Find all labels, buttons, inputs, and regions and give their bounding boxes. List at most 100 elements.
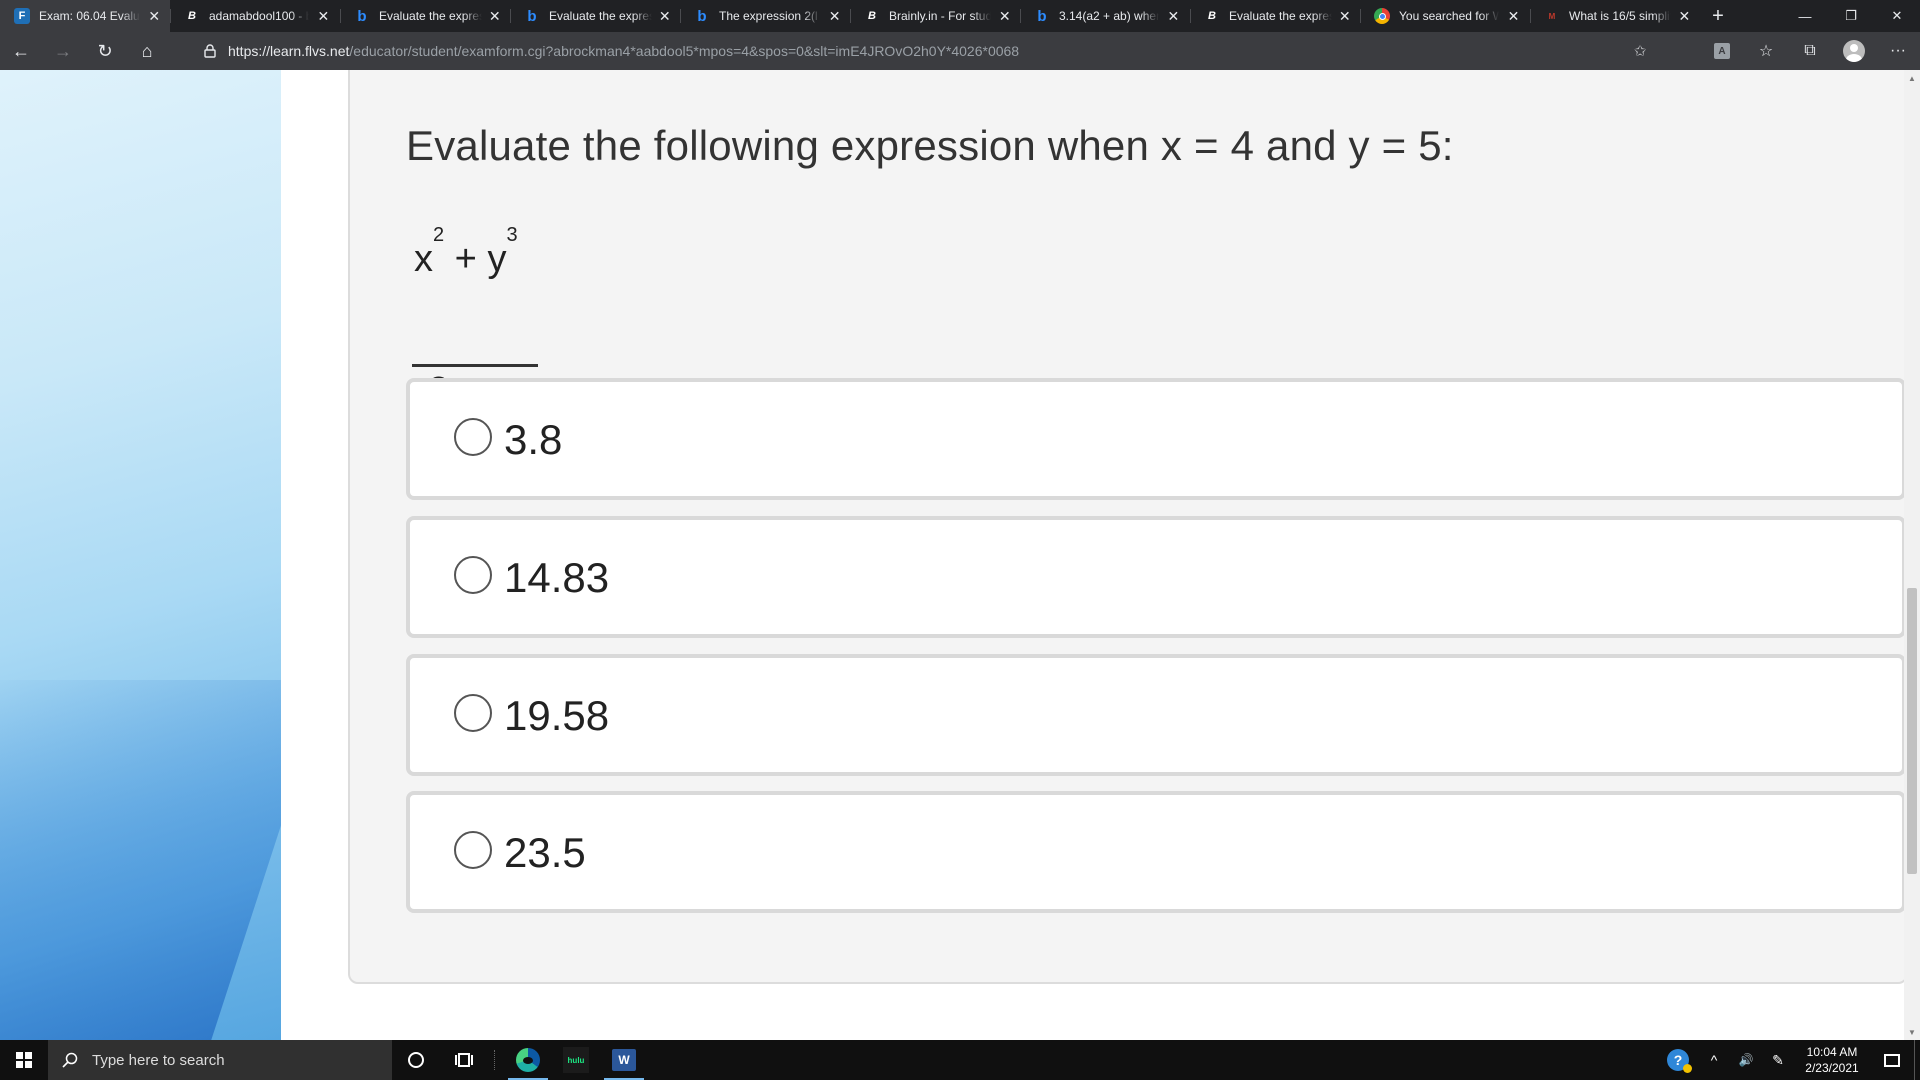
answer-choice-3[interactable]: 19.58 [406,654,1906,776]
close-tab-icon[interactable]: ✕ [1677,7,1692,25]
tab-title: adamabdool100 - b [209,9,309,23]
chevron-up-icon: ^ [1710,1052,1718,1068]
close-tab-icon[interactable]: ✕ [1338,7,1352,25]
close-tab-icon[interactable]: ✕ [488,7,502,25]
bing-icon: b [527,7,537,25]
home-button[interactable]: ⌂ [126,32,168,70]
favorites-icon: ☆ [1758,43,1774,60]
close-tab-icon[interactable]: ✕ [1165,7,1182,25]
close-tab-icon[interactable]: ✕ [827,7,842,25]
start-button[interactable] [0,1040,48,1080]
browser-tab-4[interactable]: b Evaluate the expression ✕ [510,0,680,32]
close-tab-icon[interactable]: ✕ [146,7,162,25]
tab-title: What is 16/5 simplified [1569,9,1671,23]
close-window-button[interactable]: ✕ [1874,0,1920,32]
fraction-bar [412,364,538,367]
cortana-icon [408,1052,424,1068]
fraction-numerator: x2 + y3 [414,224,518,281]
clock-date: 2/23/2021 [1805,1061,1859,1075]
search-placeholder: Type here to search [92,1051,225,1069]
profile-button[interactable] [1832,32,1876,70]
browser-tab-9[interactable]: You searched for W ✕ [1360,0,1530,32]
word-icon: W [612,1049,636,1071]
tab-title: You searched for W [1399,9,1499,23]
cortana-button[interactable] [392,1040,440,1080]
volume-button[interactable]: 🔊 [1730,1040,1762,1080]
search-icon [48,1052,92,1068]
radio-button[interactable] [454,556,492,594]
browser-tab-7[interactable]: b 3.14(a2 + ab) when ✕ [1020,0,1190,32]
tab-title: Brainly.in - For students [889,9,992,23]
taskbar-search-box[interactable]: Type here to search [48,1040,392,1080]
close-tab-icon[interactable]: ✕ [658,7,672,25]
help-tray-button[interactable]: ? [1658,1040,1698,1080]
minimize-button[interactable]: — [1782,0,1828,32]
tab-title: Evaluate the expression [379,9,482,23]
extension-icon: A [1714,43,1730,59]
add-favorite-icon[interactable]: ✩ [1630,41,1650,61]
forward-button[interactable]: → [42,32,84,70]
answer-choice-1[interactable]: 3.8 [406,378,1906,500]
browser-tab-5[interactable]: b The expression 2(l + w) ✕ [680,0,850,32]
address-bar[interactable]: https://learn.flvs.net/educator/student/… [192,36,1652,66]
brainly-icon: B [188,10,196,22]
taskbar-hulu[interactable]: hulu [552,1040,600,1080]
favorites-button[interactable]: ☆ [1744,32,1788,70]
choice-label: 23.5 [504,829,586,876]
question-text: Evaluate the following expression when x… [406,122,1454,169]
numerator-base-y: y [487,238,507,280]
show-desktop-button[interactable] [1914,1040,1920,1080]
action-center-button[interactable] [1870,1040,1914,1080]
tab-title: The expression 2(l + w) [719,9,821,23]
answer-choice-2[interactable]: 14.83 [406,516,1906,638]
close-tab-icon[interactable]: ✕ [315,7,332,25]
bing-icon: b [357,7,367,25]
browser-tab-1[interactable]: F Exam: 06.04 Evaluate ✕ [0,0,170,32]
bing-icon: b [697,7,707,25]
show-hidden-icons-button[interactable]: ^ [1698,1040,1730,1080]
volume-icon: 🔊 [1738,1053,1754,1067]
mathway-icon: M [1548,11,1556,21]
restore-button[interactable]: ❐ [1828,0,1874,32]
taskbar-edge[interactable] [504,1040,552,1080]
scroll-up-icon[interactable]: ▲ [1904,70,1920,86]
browser-tab-3[interactable]: b Evaluate the expression ✕ [340,0,510,32]
tab-title: Evaluate the expression [1229,9,1332,23]
browser-tab-8[interactable]: B Evaluate the expression ✕ [1190,0,1360,32]
radio-button[interactable] [454,831,492,869]
back-button[interactable]: ← [0,32,42,70]
radio-button[interactable] [454,418,492,456]
browser-tab-2[interactable]: Badamabdool100 - b ✕ [170,0,340,32]
more-menu-button[interactable]: ··· [1876,32,1920,70]
hulu-icon: hulu [563,1047,589,1073]
clock[interactable]: 10:04 AM 2/23/2021 [1794,1040,1870,1080]
page-scrollbar[interactable]: ▲ ▼ [1904,70,1920,1040]
lock-icon [202,43,218,59]
choice-label: 14.83 [504,554,610,601]
taskbar-word[interactable]: W [600,1040,648,1080]
scroll-down-icon[interactable]: ▼ [1904,1024,1920,1040]
browser-tab-6[interactable]: B Brainly.in - For students ✕ [850,0,1020,32]
close-tab-icon[interactable]: ✕ [997,7,1012,25]
system-tray: ? ^ 🔊 ✎ 10:04 AM 2/23/2021 [1658,1040,1920,1080]
brainly-icon: B [1208,10,1216,22]
close-tab-icon[interactable]: ✕ [1505,7,1522,25]
extension-button[interactable]: A [1700,32,1744,70]
numerator-exponent-3: 3 [506,224,518,247]
browser-tab-10[interactable]: M What is 16/5 simplified ✕ [1530,0,1700,32]
page-viewport: Evaluate the following expression when x… [0,70,1920,1040]
radio-button[interactable] [454,694,492,732]
choice-label: 3.8 [504,416,563,463]
pen-workspace-button[interactable]: ✎ [1762,1040,1794,1080]
url-path: /educator/student/examform.cgi?abrockman… [349,43,1020,59]
task-view-button[interactable] [440,1040,488,1080]
answer-choice-4[interactable]: 23.5 [406,791,1906,913]
refresh-button[interactable]: ↻ [84,32,126,70]
new-tab-button[interactable]: + [1700,0,1736,32]
browser-tab-strip: FExam: 06.04 Evaluate✕Badamabdool100 - b… [0,0,1920,32]
scroll-thumb[interactable] [1907,588,1917,874]
collections-button[interactable]: ⧉ [1788,32,1832,70]
chrome-icon [1374,8,1390,24]
url-host: https://learn.flvs.net [228,43,350,59]
numerator-base-x: x [414,238,433,280]
